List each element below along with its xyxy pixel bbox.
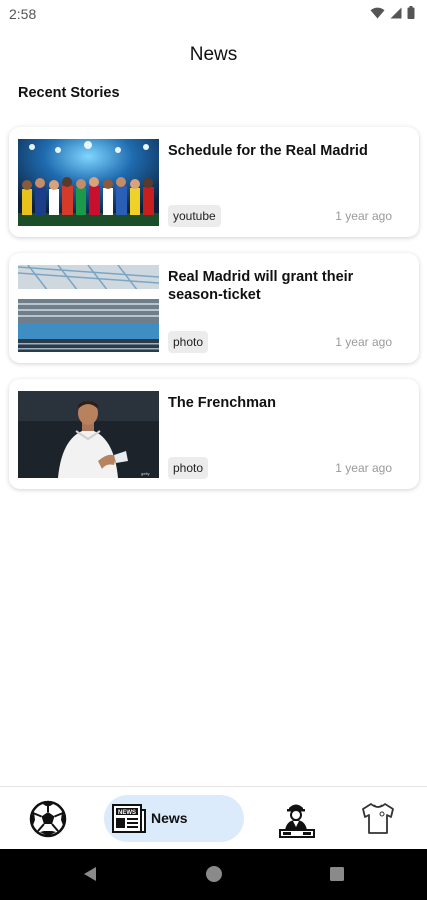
story-title: The Frenchman (168, 395, 276, 411)
back-icon[interactable] (82, 866, 98, 882)
home-icon[interactable] (205, 865, 223, 883)
soccer-ball-icon (29, 800, 67, 838)
nav-item-shop[interactable] (360, 797, 396, 841)
section-title: Recent Stories (18, 85, 120, 101)
story-title: Real Madrid will grant their season-tick… (168, 269, 354, 303)
nav-item-matches[interactable] (28, 797, 68, 841)
recents-icon[interactable] (329, 866, 345, 882)
story-source-tag: photo (168, 457, 209, 479)
nav-item-coaches[interactable] (279, 797, 315, 841)
players-lineup-image (18, 139, 159, 226)
signal-icon (390, 7, 402, 18)
coach-icon (279, 804, 315, 838)
story-title: Schedule for the Real Madrid (168, 143, 368, 159)
nav-item-news[interactable]: NEWS News (104, 795, 244, 842)
story-timestamp: 1 year ago (335, 209, 392, 223)
svg-text:NEWS: NEWS (118, 810, 136, 816)
newspaper-icon: NEWS (112, 804, 146, 833)
nav-label-news: News (151, 810, 188, 826)
svg-text:getty: getty (141, 471, 150, 476)
story-source-tag: youtube (168, 205, 221, 227)
system-navigation-bar (0, 849, 427, 900)
status-icons (370, 6, 415, 19)
story-card[interactable]: Real Madrid will grant their season-tick… (9, 253, 419, 363)
status-time: 2:58 (9, 6, 37, 22)
stadium-image (18, 265, 159, 352)
battery-icon (407, 6, 415, 19)
jersey-icon (362, 803, 394, 834)
story-card[interactable]: Schedule for the Real Madrid youtube 1 y… (9, 127, 419, 237)
story-source-tag: photo (168, 331, 209, 353)
story-list: Schedule for the Real Madrid youtube 1 y… (9, 127, 419, 505)
wifi-icon (370, 7, 385, 18)
story-card[interactable]: getty The Frenchman photo 1 year ago (9, 379, 419, 489)
status-bar: 2:58 (0, 0, 427, 30)
player-celebration-image: getty (18, 391, 159, 478)
page-title: News (189, 44, 238, 65)
story-timestamp: 1 year ago (335, 461, 392, 475)
story-timestamp: 1 year ago (335, 335, 392, 349)
bottom-navigation: NEWS News (0, 786, 427, 849)
